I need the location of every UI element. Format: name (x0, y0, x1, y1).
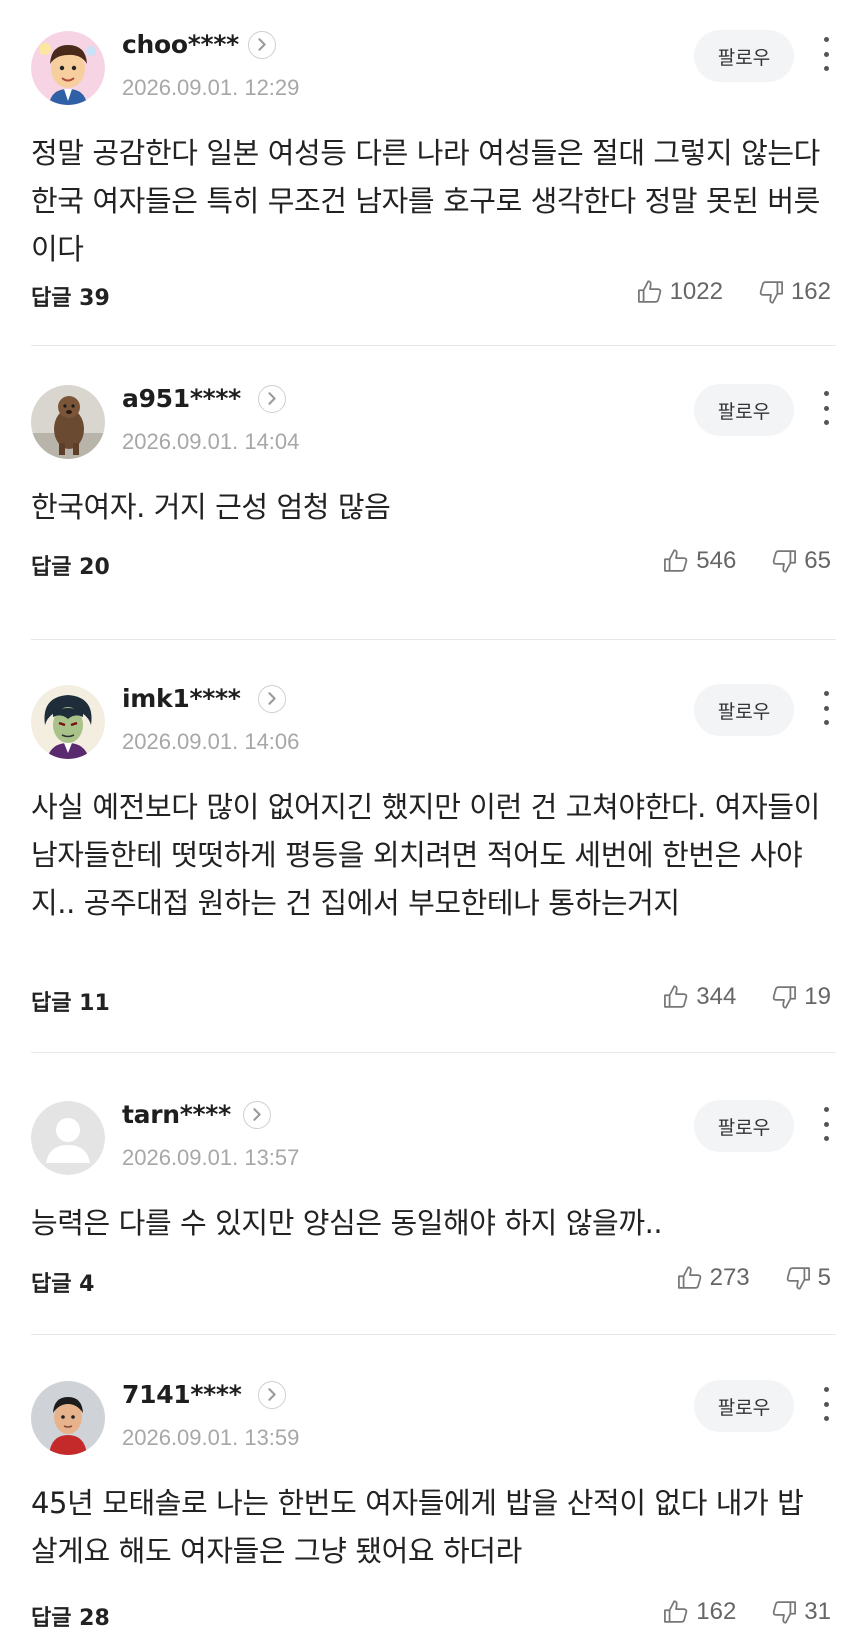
username[interactable]: 7141**** (122, 1380, 242, 1409)
chevron-right-icon[interactable] (258, 685, 286, 713)
reply-button[interactable]: 답글 28 (31, 1600, 110, 1632)
dislike-count: 19 (804, 983, 831, 1010)
more-options-icon[interactable] (812, 688, 840, 728)
chevron-right-icon[interactable] (258, 385, 286, 413)
comment-date: 2026.09.01. 13:57 (122, 1145, 300, 1170)
dislike-count: 31 (804, 1598, 831, 1625)
thumbs-up-icon (664, 549, 688, 572)
dislike-button[interactable]: 65 (770, 547, 831, 575)
like-count: 273 (709, 1264, 750, 1291)
comment-item: a951**** 2026.09.01. 14:04 팔로우 한국여자. 거지 … (0, 354, 850, 640)
chevron-right-icon[interactable] (258, 1381, 286, 1409)
comment-item: imk1**** 2026.09.01. 14:06 팔로우 사실 예전보다 많… (0, 654, 850, 1054)
like-count: 344 (696, 983, 737, 1010)
comment-divider (31, 1334, 836, 1335)
like-count: 1022 (669, 278, 723, 305)
thumbs-up-icon (677, 1266, 701, 1289)
more-options-icon[interactable] (812, 1384, 840, 1424)
reply-label: 답글 (31, 1606, 72, 1631)
dislike-button[interactable]: 19 (770, 983, 831, 1011)
follow-button[interactable]: 팔로우 (694, 1380, 794, 1432)
thumbs-up-icon (664, 985, 688, 1008)
dislike-button[interactable]: 31 (770, 1598, 831, 1626)
dislike-button[interactable]: 5 (784, 1264, 831, 1292)
dislike-count: 162 (790, 278, 831, 305)
reply-button[interactable]: 답글 4 (31, 1266, 94, 1298)
username[interactable]: tarn**** (122, 1100, 231, 1129)
comment-footer: 답글 28 162 31 (31, 1598, 831, 1636)
reply-label: 답글 (31, 991, 72, 1016)
like-button[interactable]: 1022 (636, 278, 723, 306)
thumbs-down-icon (786, 1267, 810, 1290)
thumbs-down-icon (759, 281, 783, 304)
reply-label: 답글 (31, 555, 72, 580)
chevron-right-icon[interactable] (243, 1101, 271, 1129)
follow-button[interactable]: 팔로우 (694, 1100, 794, 1152)
comment-item: 7141**** 2026.09.01. 13:59 팔로우 45년 모태솔로 … (0, 1350, 850, 1642)
reply-button[interactable]: 답글 20 (31, 549, 110, 581)
comment-date: 2026.09.01. 12:29 (122, 75, 300, 100)
comment-footer: 답글 4 273 5 (31, 1264, 831, 1302)
comment-date: 2026.09.01. 14:04 (122, 429, 300, 454)
thumbs-down-icon (773, 1601, 797, 1624)
default-person-avatar[interactable] (31, 1101, 105, 1175)
reply-count: 4 (79, 1272, 95, 1297)
vote-group: 273 5 (676, 1264, 831, 1292)
follow-button[interactable]: 팔로우 (694, 30, 794, 82)
chevron-right-icon[interactable] (248, 31, 276, 59)
comment-item: choo**** 2026.09.01. 12:29 팔로우 정말 공감한다 일… (0, 0, 850, 346)
follow-button[interactable]: 팔로우 (694, 684, 794, 736)
vote-group: 344 19 (662, 983, 831, 1011)
comment-footer: 답글 20 546 65 (31, 547, 831, 585)
comment-text: 한국여자. 거지 근성 엄청 많음 (31, 490, 391, 524)
comment-footer: 답글 11 344 19 (31, 983, 831, 1021)
username[interactable]: choo**** (122, 30, 239, 59)
cartoon-man-avatar[interactable] (31, 31, 105, 105)
username[interactable]: a951**** (122, 384, 241, 413)
follow-button[interactable]: 팔로우 (694, 384, 794, 436)
like-button[interactable]: 546 (662, 547, 736, 575)
person-photo-avatar[interactable] (31, 1381, 105, 1455)
dog-photo-avatar[interactable] (31, 385, 105, 459)
like-button[interactable]: 344 (662, 983, 736, 1011)
dislike-button[interactable]: 162 (757, 278, 831, 306)
comment-date: 2026.09.01. 13:59 (122, 1425, 300, 1450)
thumbs-up-icon (637, 280, 661, 303)
reply-count: 28 (79, 1606, 110, 1631)
comment-item: tarn**** 2026.09.01. 13:57 팔로우 능력은 다를 수 … (0, 1070, 850, 1335)
like-count: 162 (696, 1598, 737, 1625)
like-button[interactable]: 162 (662, 1598, 736, 1626)
reply-count: 20 (79, 555, 110, 580)
comment-text: 능력은 다를 수 있지만 양심은 동일해야 하지 않을까.. (31, 1206, 663, 1240)
comment-divider (31, 345, 836, 346)
reply-count: 11 (79, 991, 110, 1016)
vote-group: 162 31 (662, 1598, 831, 1626)
vote-group: 1022 162 (636, 278, 831, 306)
reply-button[interactable]: 답글 11 (31, 985, 110, 1017)
anime-character-avatar[interactable] (31, 685, 105, 759)
thumbs-down-icon (773, 550, 797, 573)
thumbs-down-icon (773, 986, 797, 1009)
reply-label: 답글 (31, 1272, 72, 1297)
username[interactable]: imk1**** (122, 684, 241, 713)
reply-label: 답글 (31, 286, 72, 311)
dislike-count: 65 (804, 547, 831, 574)
comment-footer: 답글 39 1022 162 (31, 278, 831, 316)
comment-text: 45년 모태솔로 나는 한번도 여자들에게 밥을 산적이 없다 내가 밥 살게요… (31, 1486, 804, 1568)
reply-button[interactable]: 답글 39 (31, 280, 110, 312)
comment-divider (31, 639, 836, 640)
more-options-icon[interactable] (812, 34, 840, 74)
comment-divider (31, 1052, 836, 1053)
more-options-icon[interactable] (812, 388, 840, 428)
like-count: 546 (696, 547, 737, 574)
more-options-icon[interactable] (812, 1104, 840, 1144)
comment-text: 사실 예전보다 많이 없어지긴 했지만 이런 건 고쳐야한다. 여자들이 남자들… (31, 790, 820, 920)
comment-date: 2026.09.01. 14:06 (122, 729, 300, 754)
vote-group: 546 65 (662, 547, 831, 575)
reply-count: 39 (79, 286, 110, 311)
like-button[interactable]: 273 (676, 1264, 750, 1292)
comment-text: 정말 공감한다 일본 여성등 다른 나라 여성들은 절대 그렇지 않는다 한국 … (31, 136, 820, 266)
thumbs-up-icon (664, 1600, 688, 1623)
dislike-count: 5 (817, 1264, 831, 1291)
